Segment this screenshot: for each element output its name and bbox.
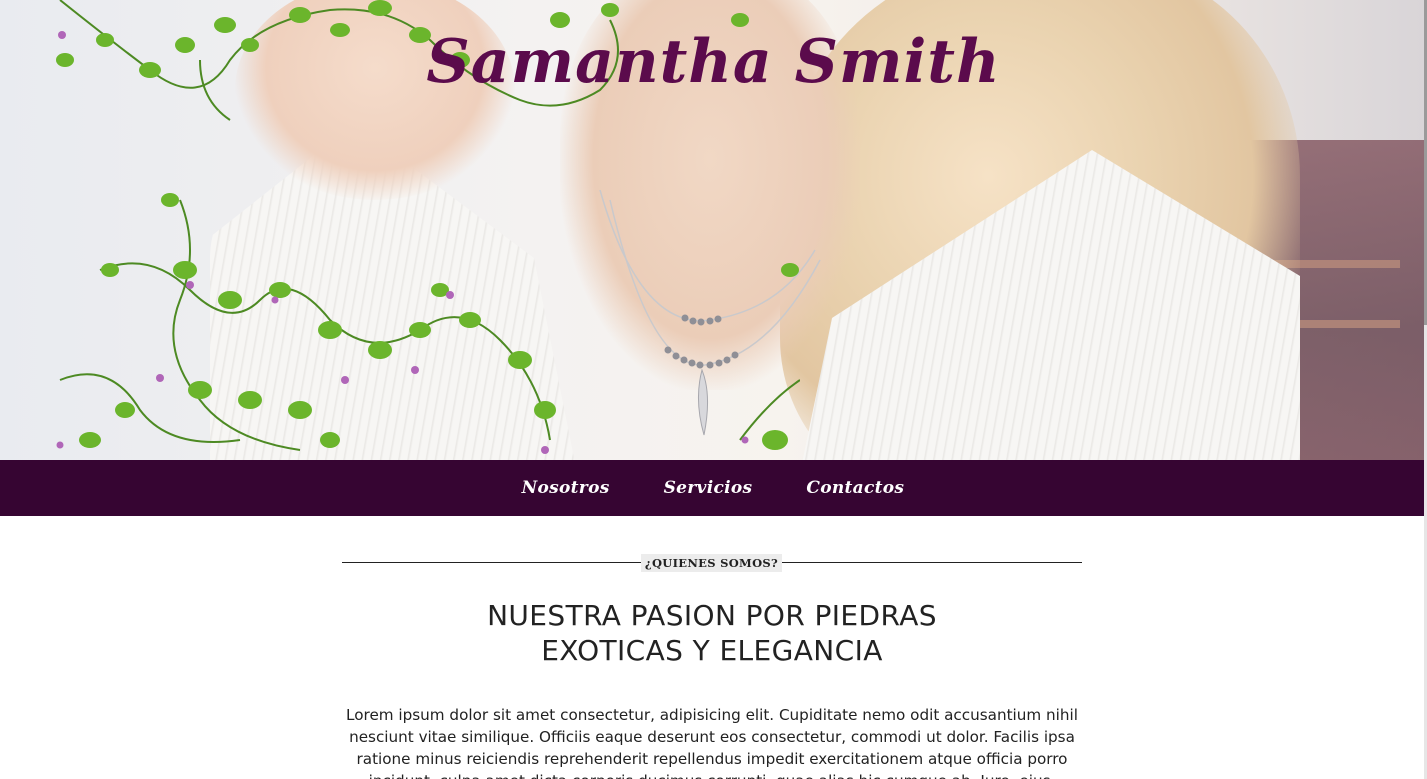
section-body-text: Lorem ipsum dolor sit amet consectetur, … [346, 706, 1078, 779]
section-heading-line1: NUESTRA PASION POR PIEDRAS [487, 599, 937, 632]
page: Samantha Smith Nosotros Servicios Contac… [0, 0, 1427, 779]
site-title: Samantha Smith [426, 27, 1001, 97]
about-section: ¿QUIENES SOMOS? NUESTRA PASION POR PIEDR… [0, 516, 1424, 779]
section-heading: NUESTRA PASION POR PIEDRAS EXOTICAS Y EL… [342, 598, 1082, 668]
section-tag: ¿QUIENES SOMOS? [641, 554, 782, 572]
nav-list: Nosotros Servicios Contactos [0, 460, 1424, 516]
nav-item-nosotros[interactable]: Nosotros [522, 478, 610, 498]
section-heading-line2: EXOTICAS Y ELEGANCIA [541, 634, 883, 667]
hero-banner: Samantha Smith [0, 0, 1424, 460]
nav-item-contactos[interactable]: Contactos [806, 478, 904, 498]
nav-item-servicios[interactable]: Servicios [664, 478, 753, 498]
main-navbar: Nosotros Servicios Contactos [0, 460, 1424, 516]
